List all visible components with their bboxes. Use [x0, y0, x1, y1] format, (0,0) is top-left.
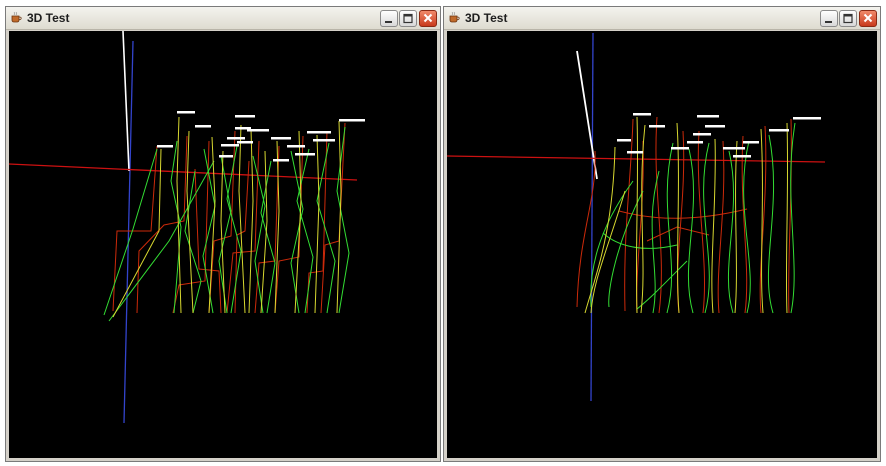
coffee-cup-icon: [449, 12, 460, 23]
window-title: 3D Test: [465, 11, 508, 25]
maximize-button[interactable]: [399, 10, 417, 27]
green-traces: [590, 122, 796, 314]
yellow-traces: [112, 116, 342, 318]
title-bar[interactable]: 3D Test: [6, 7, 440, 30]
yellow-traces: [584, 116, 789, 314]
3d-canvas[interactable]: [9, 31, 437, 458]
close-button[interactable]: [419, 10, 437, 27]
maximize-icon: [403, 13, 413, 24]
close-icon: [863, 13, 873, 23]
3d-test-window-right: 3D Test: [443, 6, 881, 462]
y-axis: [590, 32, 594, 402]
3d-scene: [9, 31, 365, 424]
maximize-button[interactable]: [839, 10, 857, 27]
minimize-icon: [385, 21, 392, 23]
title-bar[interactable]: 3D Test: [444, 7, 880, 30]
minimize-button[interactable]: [380, 10, 398, 27]
3d-scene: [447, 32, 826, 402]
x-axis: [447, 155, 826, 163]
minimize-icon: [825, 21, 832, 23]
coffee-cup-icon: [11, 12, 22, 23]
z-axis: [122, 31, 130, 172]
trace-labels: [617, 113, 821, 158]
z-axis: [576, 50, 598, 180]
maximize-icon: [843, 13, 853, 24]
window-title: 3D Test: [27, 11, 70, 25]
minimize-button[interactable]: [820, 10, 838, 27]
3d-test-window-left: 3D Test: [5, 6, 441, 462]
close-button[interactable]: [859, 10, 877, 27]
3d-canvas[interactable]: [447, 31, 877, 458]
close-icon: [423, 13, 433, 23]
